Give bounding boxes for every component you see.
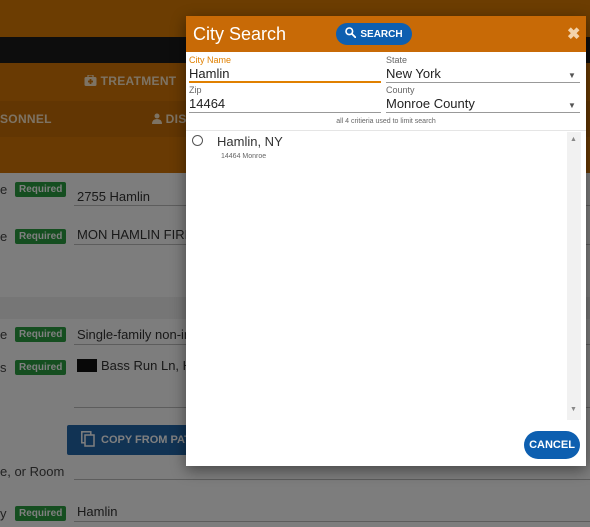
county-select[interactable]: Monroe County [386, 96, 475, 111]
cancel-button[interactable]: CANCEL [524, 431, 580, 459]
results-list [186, 130, 586, 421]
city-name-underline [189, 81, 381, 83]
zip-label: Zip [189, 85, 202, 95]
search-icon [345, 27, 357, 41]
result-radio[interactable] [192, 135, 203, 146]
search-button-label: SEARCH [360, 28, 403, 40]
state-label: State [386, 55, 408, 65]
scroll-up-icon[interactable]: ▲ [570, 136, 577, 143]
dropdown-caret-icon[interactable]: ▼ [568, 101, 576, 110]
dialog-header: City Search SEARCH ✖ [186, 16, 586, 52]
county-label: County [386, 85, 415, 95]
city-name-label: City Name [189, 55, 232, 65]
city-name-input[interactable]: Hamlin [189, 66, 229, 81]
state-select[interactable]: New York [386, 66, 441, 81]
dialog-title: City Search [193, 24, 287, 44]
results-scrollbar[interactable]: ▲ ▼ [567, 132, 581, 420]
state-underline [386, 82, 580, 83]
cancel-button-label: CANCEL [529, 439, 575, 451]
zip-underline [189, 112, 381, 113]
city-search-dialog: City Search SEARCH ✖ City Name Hamlin St… [186, 16, 586, 466]
result-detail: 14464 Monroe [221, 153, 267, 160]
search-hint: all 4 critieria used to limit search [336, 118, 436, 125]
county-underline [386, 112, 580, 113]
dropdown-caret-icon[interactable]: ▼ [568, 71, 576, 80]
scroll-down-icon[interactable]: ▼ [570, 406, 577, 413]
close-icon[interactable]: ✖ [567, 24, 580, 44]
zip-input[interactable]: 14464 [189, 96, 225, 111]
search-button[interactable]: SEARCH [336, 23, 412, 45]
result-name[interactable]: Hamlin, NY [217, 134, 283, 149]
